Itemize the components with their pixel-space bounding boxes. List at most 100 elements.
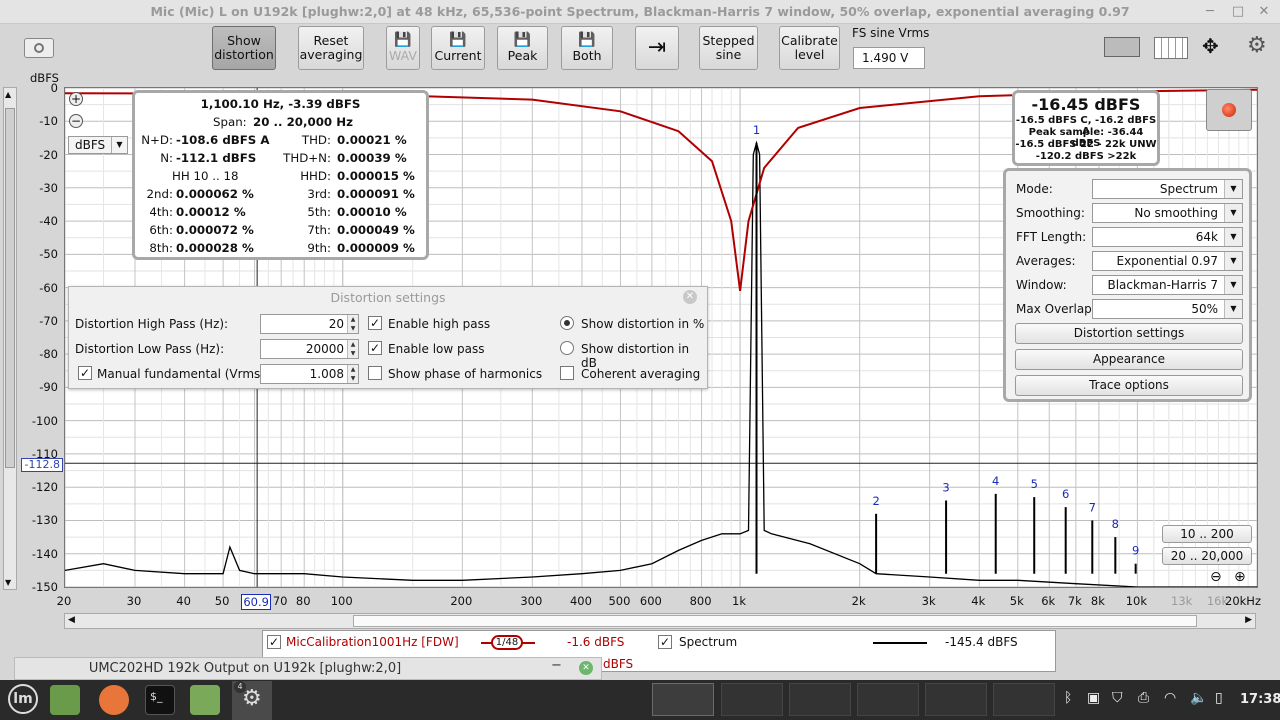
import-button[interactable]: ⇥ bbox=[635, 26, 679, 70]
enable-low-pass-checkbox[interactable]: ✓ bbox=[368, 341, 382, 355]
range-10-200-button[interactable]: 10 .. 200 bbox=[1162, 525, 1252, 543]
max-overlap-select[interactable]: 50% ▼ bbox=[1092, 299, 1243, 319]
move-icon[interactable]: ✥ bbox=[1202, 34, 1219, 58]
coherent-averaging-checkbox[interactable] bbox=[560, 366, 574, 380]
cal-trace-checkbox[interactable]: ✓ bbox=[267, 635, 281, 649]
printer-icon[interactable]: ⎙ bbox=[1138, 690, 1149, 706]
minimize-icon[interactable]: ─ bbox=[1200, 2, 1220, 22]
workspace-1[interactable] bbox=[652, 683, 714, 716]
vertical-scrollbar[interactable]: ▲ ▼ bbox=[3, 87, 17, 590]
volume-icon[interactable]: 🔈 bbox=[1190, 690, 1207, 706]
x-tick-label: 50 bbox=[214, 594, 230, 608]
appearance-button[interactable]: Appearance bbox=[1015, 349, 1243, 370]
save-icon: 💾 bbox=[513, 32, 532, 48]
enable-high-pass-checkbox[interactable]: ✓ bbox=[368, 316, 382, 330]
manual-fundamental-input[interactable]: 1.008 ▲ ▼ bbox=[260, 364, 359, 384]
clock: 17:38 bbox=[1240, 692, 1280, 707]
workspace-3[interactable] bbox=[789, 683, 851, 716]
wifi-icon[interactable]: ◠ bbox=[1164, 690, 1176, 706]
terminal-icon[interactable]: $_ bbox=[145, 685, 175, 715]
show-phase-checkbox[interactable] bbox=[368, 366, 382, 380]
show-percent-radio[interactable] bbox=[560, 316, 574, 330]
workspace-4[interactable] bbox=[857, 683, 919, 716]
show-db-radio[interactable] bbox=[560, 341, 574, 355]
zoom-out-icon[interactable]: ⊖ bbox=[1210, 569, 1222, 585]
spinner-icon[interactable]: ▲ ▼ bbox=[347, 365, 358, 383]
spinner-icon[interactable]: ▲ ▼ bbox=[347, 315, 358, 333]
x-tick-label: 30 bbox=[126, 594, 142, 608]
save-peak-button[interactable]: 💾 Peak bbox=[497, 26, 548, 70]
horizontal-scrollbar[interactable]: ◀ ▶ bbox=[64, 613, 1256, 629]
layout-icon[interactable] bbox=[1104, 37, 1140, 57]
span-label: Span: bbox=[213, 115, 247, 129]
x-tick-label: 1k bbox=[732, 594, 747, 608]
harmonic-label: 3 bbox=[942, 481, 949, 495]
y-tick-label: -60 bbox=[39, 280, 58, 295]
spinner-icon[interactable]: ▲ ▼ bbox=[347, 340, 358, 358]
calibrate-level-button[interactable]: Calibrate level bbox=[779, 26, 840, 70]
fft-length-select[interactable]: 64k ▼ bbox=[1092, 227, 1243, 247]
high-pass-input[interactable]: 20 ▲ ▼ bbox=[260, 314, 359, 334]
harmonic-label: 1 bbox=[753, 123, 760, 137]
unit-select[interactable]: dBFS ▼ bbox=[68, 136, 128, 154]
close-icon[interactable]: ✕ bbox=[579, 661, 593, 675]
zoom-in-icon[interactable]: ⊕ bbox=[1234, 569, 1246, 585]
partial-trace-value: dBFS bbox=[603, 657, 634, 671]
low-pass-input[interactable]: 20000 ▲ ▼ bbox=[260, 339, 359, 359]
record-button[interactable] bbox=[1206, 89, 1252, 131]
y-tick-label: -70 bbox=[39, 313, 58, 328]
chevron-down-icon: ▼ bbox=[1224, 228, 1242, 246]
bluetooth-icon[interactable]: ᛒ bbox=[1064, 690, 1072, 706]
save-current-button[interactable]: 💾 Current bbox=[431, 26, 485, 70]
workspace-5[interactable] bbox=[925, 683, 987, 716]
y-tick-label: -100 bbox=[31, 413, 58, 428]
y-tick-label: -40 bbox=[39, 214, 58, 229]
stepped-sine-button[interactable]: Stepped sine bbox=[699, 26, 758, 70]
gear-icon[interactable]: ⚙ bbox=[1247, 33, 1267, 58]
mode-select[interactable]: Spectrum ▼ bbox=[1092, 179, 1243, 199]
harmonic-label: 6 bbox=[1062, 487, 1069, 501]
zoom-in-icon[interactable]: + bbox=[69, 92, 83, 106]
workspace-6[interactable] bbox=[993, 683, 1055, 716]
analysis-controls-panel: Mode: Spectrum ▼ Smoothing: No smoothing ▼… bbox=[1003, 168, 1252, 402]
save-icon: 💾 bbox=[394, 32, 412, 48]
window-select[interactable]: Blackman-Harris 7 ▼ bbox=[1092, 275, 1243, 295]
zoom-out-icon[interactable]: − bbox=[69, 114, 83, 128]
show-desktop-icon[interactable] bbox=[50, 685, 80, 715]
cursor-y-readout: -112.8 bbox=[21, 458, 63, 472]
scroll-thumb[interactable] bbox=[5, 108, 15, 468]
camera-icon[interactable] bbox=[24, 38, 54, 58]
shield-icon[interactable]: ⛉ bbox=[1112, 690, 1123, 706]
spectrum-trace-checkbox[interactable]: ✓ bbox=[658, 635, 672, 649]
save-both-button[interactable]: 💾 Both bbox=[561, 26, 613, 70]
range-20-20000-button[interactable]: 20 .. 20,000 bbox=[1162, 547, 1252, 565]
umc-output-window[interactable]: UMC202HD 192k Output on U192k [plughw:2,… bbox=[14, 657, 602, 680]
scroll-thumb[interactable] bbox=[353, 615, 1197, 627]
close-icon[interactable]: ✕ bbox=[683, 290, 697, 304]
distortion-settings-button[interactable]: Distortion settings bbox=[1015, 323, 1243, 344]
battery-icon[interactable]: ▯ bbox=[1215, 690, 1223, 706]
y-tick-label: -50 bbox=[39, 247, 58, 262]
rew-task[interactable]: ⚙ 4 bbox=[232, 681, 272, 720]
trace-options-button[interactable]: Trace options bbox=[1015, 375, 1243, 396]
save-wav-button[interactable]: 💾 WAV bbox=[386, 26, 420, 70]
cal-smoothing-badge[interactable]: 1/48 bbox=[491, 635, 523, 650]
maximize-icon[interactable]: □ bbox=[1228, 2, 1248, 22]
menu-icon[interactable]: lm bbox=[8, 684, 38, 714]
graph-layout-icon[interactable] bbox=[1154, 37, 1188, 59]
averages-select[interactable]: Exponential 0.97 ▼ bbox=[1092, 251, 1243, 271]
harmonic-label: 4 bbox=[992, 474, 999, 488]
toolbar: Show distortion Reset averaging 💾 WAV 💾 … bbox=[0, 24, 1280, 86]
fs-sine-value[interactable]: 1.490 V bbox=[853, 47, 925, 69]
smoothing-select[interactable]: No smoothing ▼ bbox=[1092, 203, 1243, 223]
clipboard-icon[interactable]: ▣ bbox=[1087, 690, 1100, 706]
firefox-icon[interactable] bbox=[99, 685, 129, 715]
workspace-2[interactable] bbox=[721, 683, 783, 716]
files-icon[interactable] bbox=[190, 685, 220, 715]
y-tick-label: -150 bbox=[31, 580, 58, 594]
manual-fundamental-checkbox[interactable]: ✓ bbox=[78, 366, 92, 380]
close-icon[interactable]: ✕ bbox=[1254, 2, 1274, 22]
reset-averaging-button[interactable]: Reset averaging bbox=[298, 26, 364, 70]
minimize-icon[interactable]: − bbox=[551, 658, 562, 673]
show-distortion-button[interactable]: Show distortion bbox=[212, 26, 276, 70]
